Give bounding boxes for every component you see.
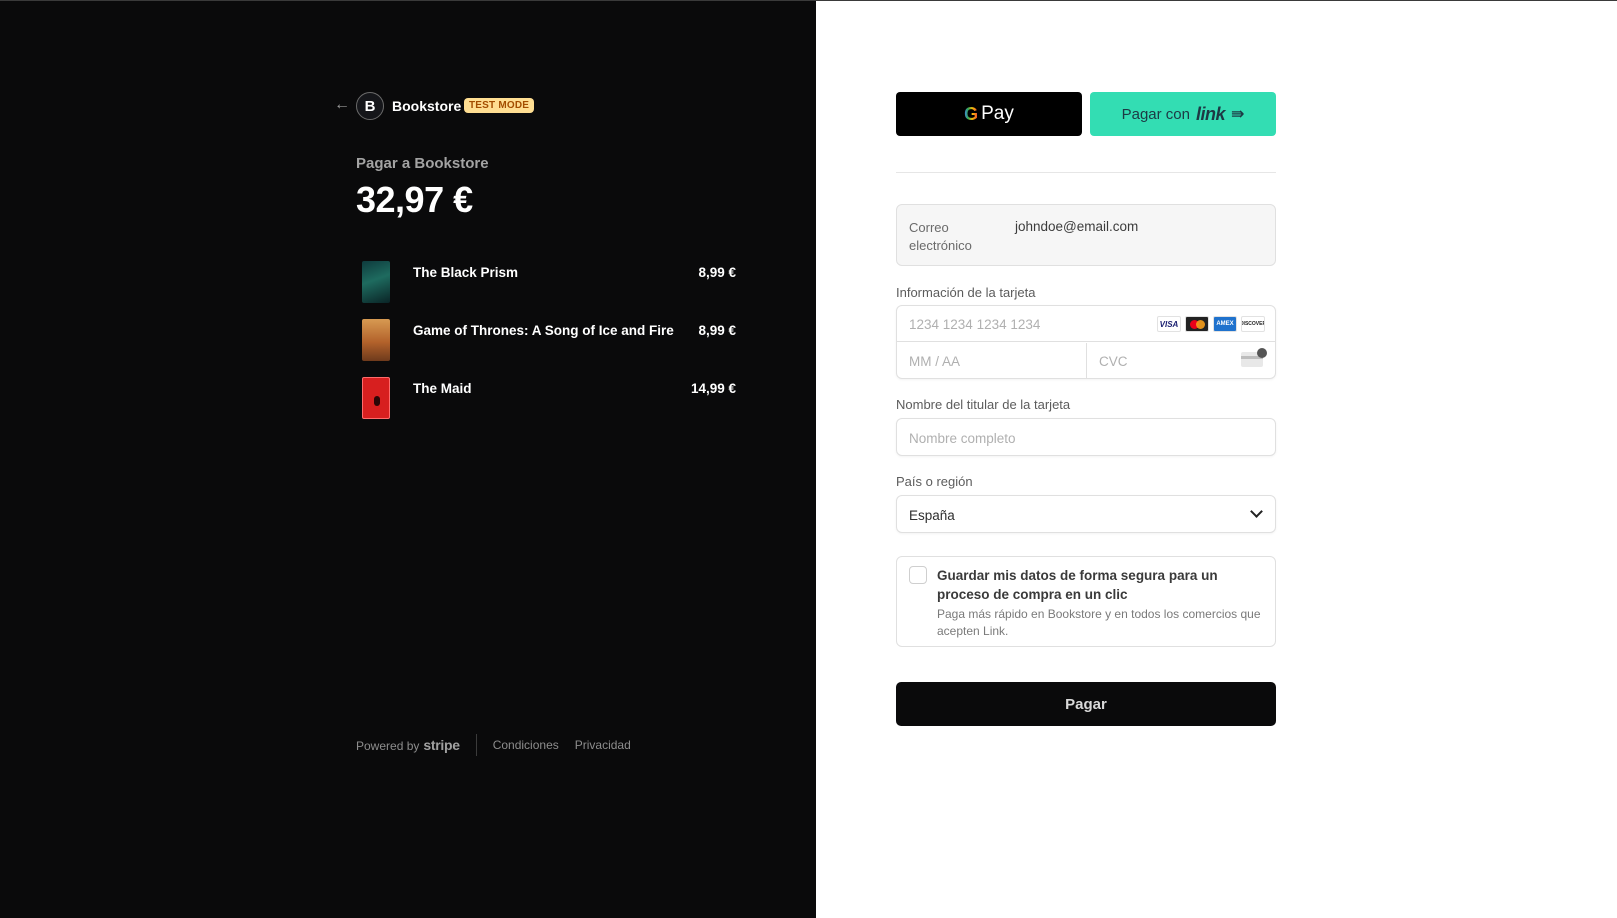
cardholder-placeholder: Nombre completo (909, 431, 1016, 446)
google-g-icon: G (964, 103, 979, 124)
item-name: Game of Thrones: A Song of Ice and Fire (413, 323, 674, 338)
item-price: 8,99 € (698, 323, 736, 338)
powered-by-stripe[interactable]: Powered by stripe (356, 737, 460, 753)
save-info-subtitle: Paga más rápido en Bookstore y en todos … (937, 607, 1261, 638)
email-value: johndoe@email.com (1015, 219, 1139, 234)
pay-to-label: Pagar a Bookstore (356, 155, 489, 172)
link-logo: link (1195, 103, 1226, 124)
mastercard-icon (1185, 316, 1209, 332)
list-item: The Maid 14,99 € (356, 375, 736, 433)
test-mode-badge: TEST MODE (464, 98, 535, 113)
book-cover-image (362, 319, 390, 361)
item-price: 14,99 € (690, 381, 736, 396)
card-brands: VISA AMEX DISCOVER (1157, 316, 1265, 332)
expiry-input[interactable]: MM / AA (897, 343, 1087, 379)
cardholder-name-input[interactable]: Nombre completo (896, 418, 1276, 456)
merchant-name[interactable]: Bookstore (392, 98, 461, 114)
card-info-group: 1234 1234 1234 1234 VISA AMEX DISCOVER M… (896, 305, 1276, 379)
item-name: The Maid (413, 381, 472, 396)
amex-icon: AMEX (1213, 316, 1237, 332)
card-info-label: Información de la tarjeta (896, 285, 1036, 300)
pay-with-link-button[interactable]: Pagar con link ⇛ (1090, 92, 1276, 136)
pay-button[interactable]: Pagar (896, 682, 1276, 726)
save-info-option: Guardar mis datos de forma segura para u… (896, 556, 1276, 647)
payment-form-panel (816, 0, 1617, 918)
google-pay-label: Pay (981, 103, 1014, 124)
stripe-logo: stripe (423, 737, 460, 753)
list-item: The Black Prism 8,99 € (356, 259, 736, 317)
cvc-placeholder: CVC (1099, 354, 1128, 369)
save-info-checkbox[interactable] (909, 566, 927, 584)
card-number-input[interactable]: 1234 1234 1234 1234 VISA AMEX DISCOVER (897, 306, 1275, 342)
terms-link[interactable]: Condiciones (493, 738, 559, 752)
cvc-input[interactable]: CVC (1087, 343, 1275, 379)
arrow-left-icon[interactable]: ← (334, 97, 350, 113)
email-label: Correo electrónico (909, 220, 972, 253)
expiry-placeholder: MM / AA (909, 354, 961, 369)
cvc-card-icon (1241, 348, 1267, 367)
email-field[interactable]: Correo electrónico johndoe@email.com (896, 204, 1276, 266)
discover-icon: DISCOVER (1241, 316, 1265, 332)
arrow-right-icon: ⇛ (1231, 106, 1245, 123)
country-value: España (909, 508, 955, 523)
total-amount: 32,97 € (356, 179, 473, 220)
save-info-title: Guardar mis datos de forma segura para u… (937, 568, 1218, 602)
privacy-link[interactable]: Privacidad (575, 738, 631, 752)
footer-divider (475, 734, 477, 756)
powered-by-label: Powered by (356, 739, 420, 753)
visa-icon: VISA (1157, 316, 1181, 332)
country-select[interactable]: España (896, 495, 1276, 533)
google-pay-button[interactable]: G Pay (896, 92, 1082, 136)
item-name: The Black Prism (413, 265, 519, 280)
country-label: País o región (896, 474, 973, 489)
book-cover-image (362, 261, 390, 303)
book-cover-image (362, 377, 390, 419)
link-button-label: Pagar con (1121, 105, 1190, 123)
card-number-placeholder: 1234 1234 1234 1234 (909, 317, 1041, 332)
section-divider (896, 172, 1276, 173)
order-summary-panel: ← B Bookstore TEST MODE Pagar a Bookstor… (0, 0, 816, 918)
list-item: Game of Thrones: A Song of Ice and Fire … (356, 317, 736, 375)
cardholder-label: Nombre del titular de la tarjeta (896, 397, 1071, 412)
line-items-list: The Black Prism 8,99 € Game of Thrones: … (356, 259, 736, 433)
chevron-down-icon (1250, 505, 1263, 518)
merchant-logo: B (356, 92, 384, 120)
item-price: 8,99 € (698, 265, 736, 280)
footer: Powered by stripe Condiciones Privacidad (356, 734, 647, 756)
